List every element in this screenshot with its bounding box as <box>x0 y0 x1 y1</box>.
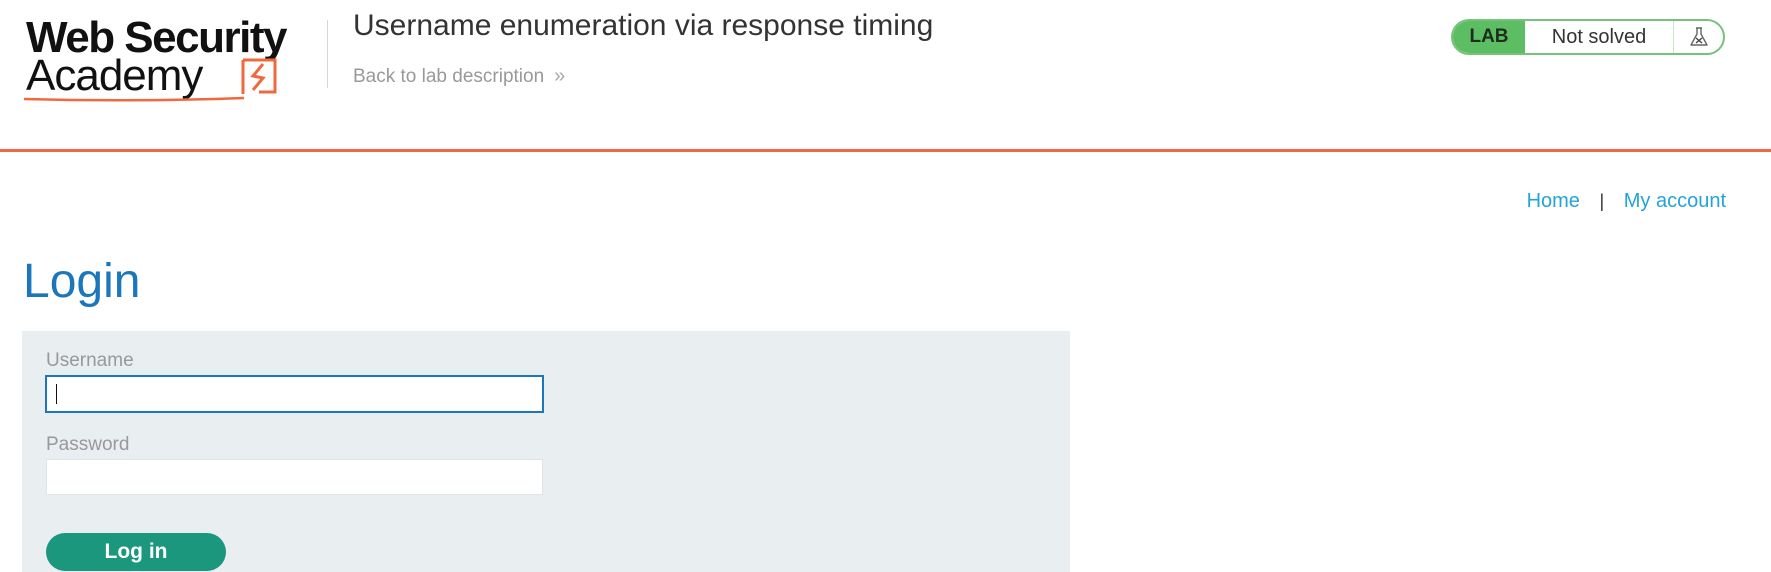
logo-text-line2: Academy <box>26 51 203 100</box>
lab-title: Username enumeration via response timing <box>353 9 934 42</box>
back-link-label: Back to lab description <box>353 66 545 87</box>
page: Web Security Academy Username enumeratio… <box>0 0 1771 572</box>
double-chevron-right-icon: » <box>554 65 566 87</box>
lab-badge: LAB <box>1453 21 1525 53</box>
web-security-academy-logo[interactable]: Web Security Academy <box>24 14 324 102</box>
flask-icon <box>1674 21 1723 53</box>
password-label: Password <box>46 434 130 455</box>
lab-status-widget: LAB Not solved <box>1451 19 1725 55</box>
password-input[interactable] <box>46 459 543 495</box>
top-nav: Home | My account <box>1527 188 1726 214</box>
my-account-link[interactable]: My account <box>1624 190 1726 212</box>
username-label: Username <box>46 350 134 371</box>
page-title: Login <box>23 255 141 308</box>
text-caret <box>56 384 57 404</box>
lightning-bolt-icon <box>241 58 277 94</box>
header-divider <box>327 20 328 88</box>
log-in-button[interactable]: Log in <box>46 533 226 571</box>
login-form: Username Password Log in <box>22 331 1070 572</box>
lab-status-text: Not solved <box>1525 21 1674 53</box>
logo-underline <box>24 96 244 102</box>
nav-separator: | <box>1599 191 1605 211</box>
home-link[interactable]: Home <box>1527 190 1580 212</box>
back-to-lab-description-link[interactable]: Back to lab description » <box>353 64 565 89</box>
username-input[interactable] <box>45 375 544 413</box>
lab-header: Web Security Academy Username enumeratio… <box>0 0 1771 152</box>
